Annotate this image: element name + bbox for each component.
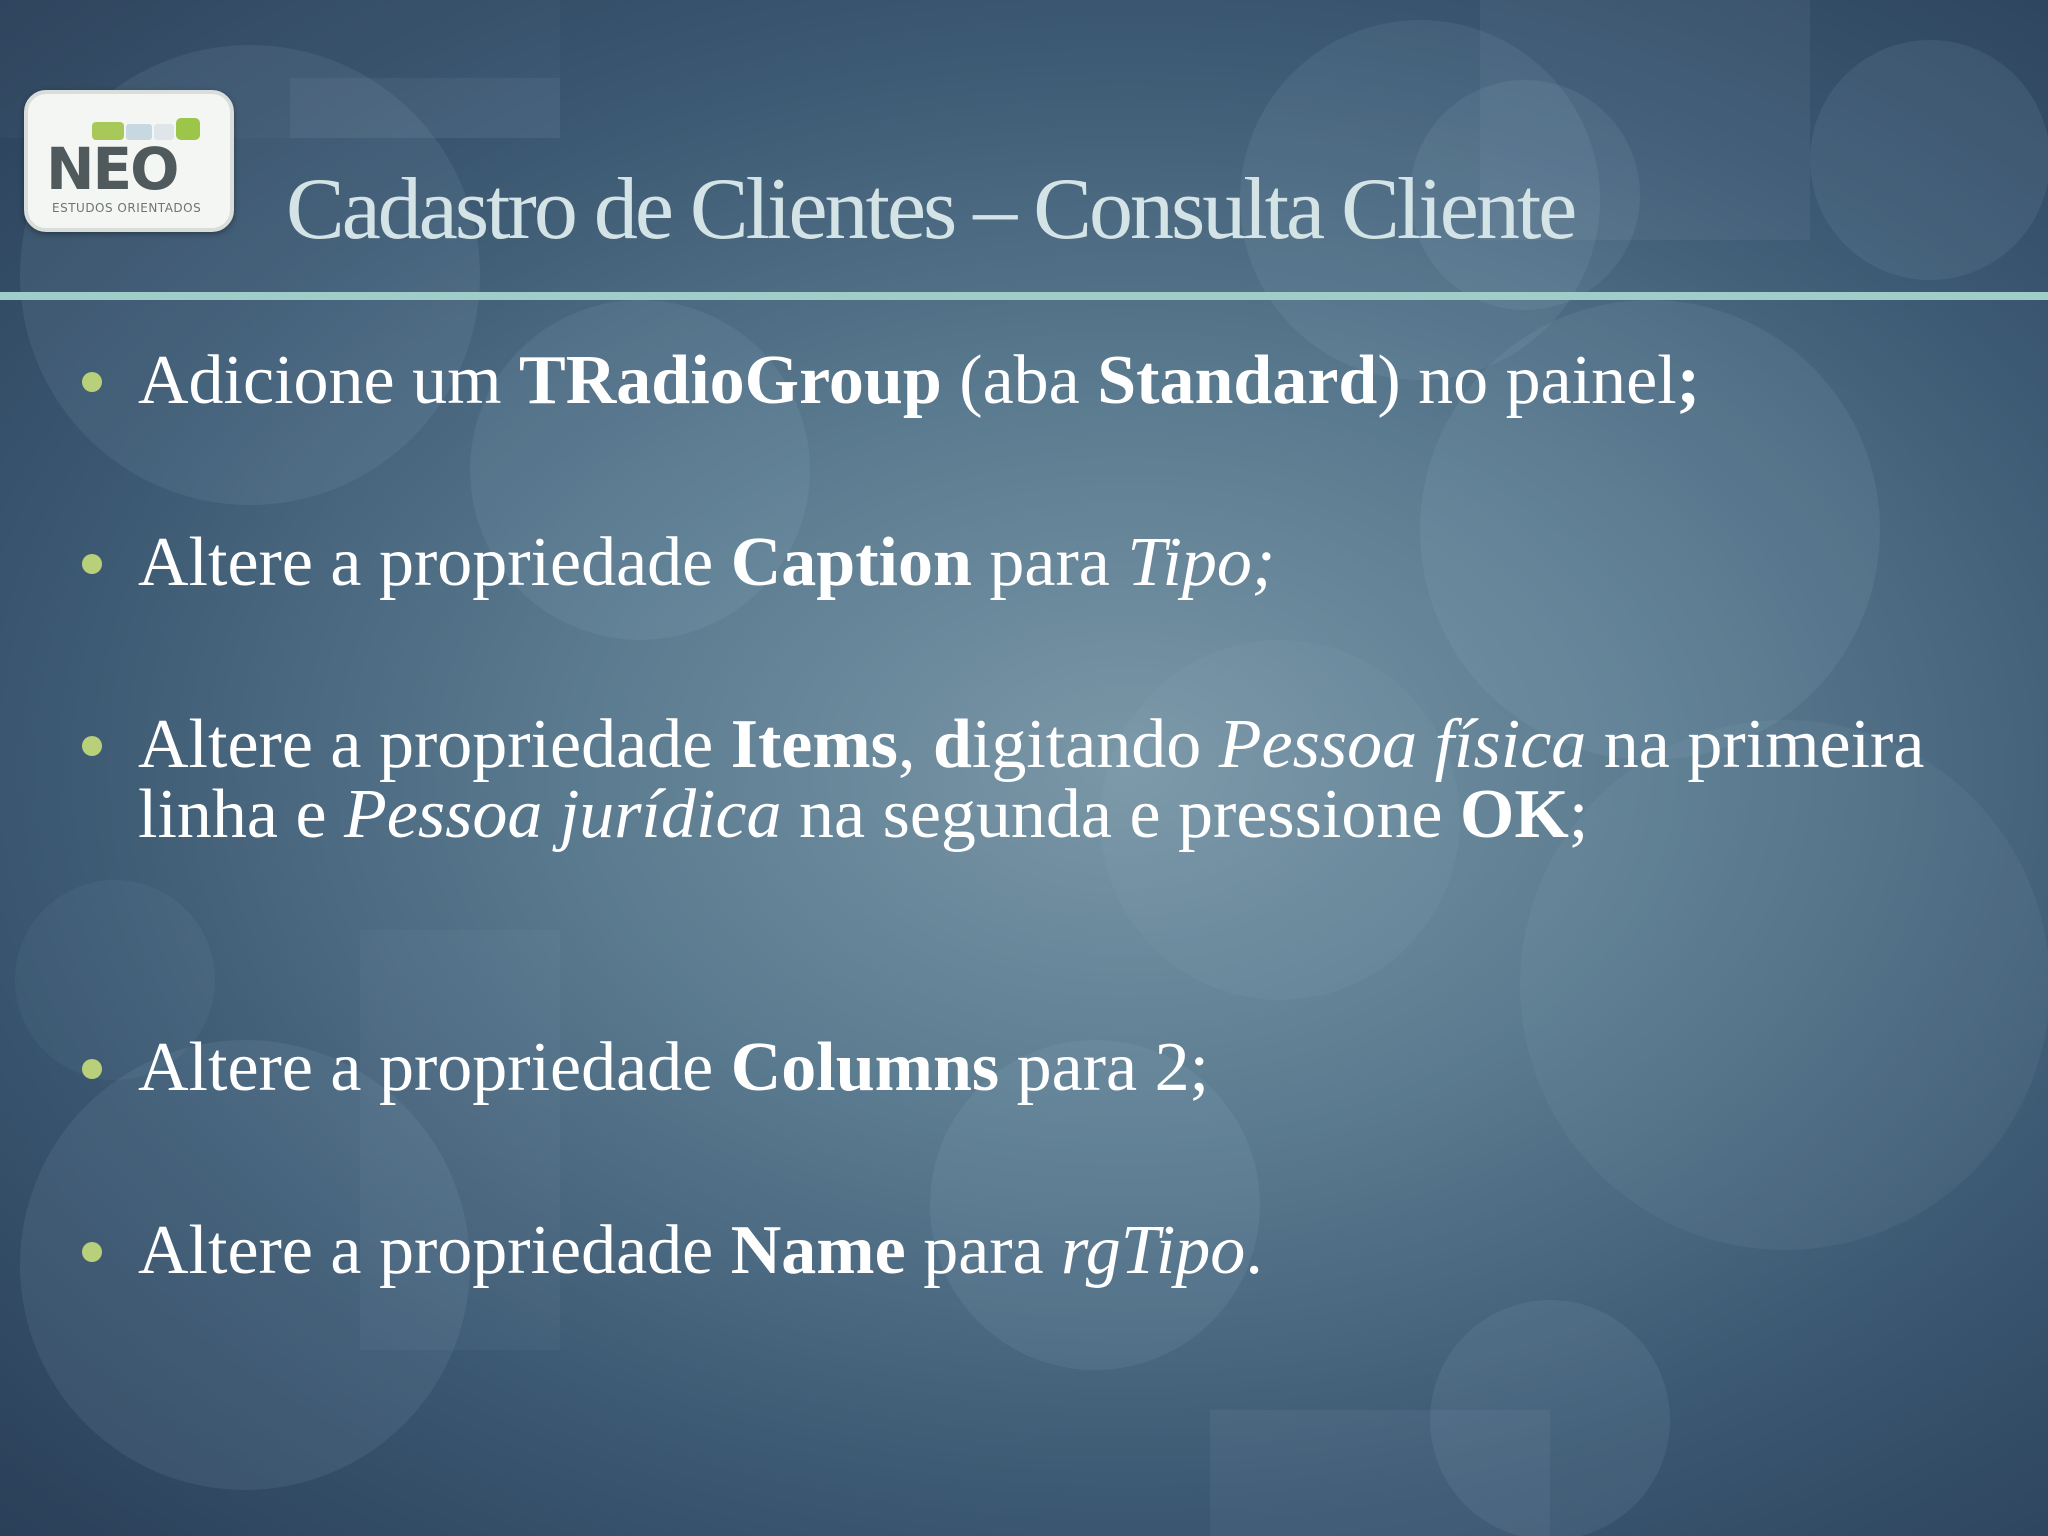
neo-logo: NEO ESTUDOS ORIENTADOS <box>24 90 234 232</box>
bullet-segment: Altere a propriedade <box>138 706 731 783</box>
slide-title: Cadastro de Clientes – Consulta Cliente <box>286 161 1577 258</box>
bullet-text: Altere a propriedade Caption para Tipo; <box>138 524 1275 601</box>
bullet-segment: OK <box>1459 776 1569 853</box>
bullet-segment: na segunda e pressione <box>781 776 1460 853</box>
bullet-segment: Adicione um <box>138 342 520 419</box>
bullet-segment: ; <box>1568 776 1589 853</box>
bullet-segment: ; <box>1676 342 1701 419</box>
bullet-dot-icon <box>82 736 102 756</box>
bullet-dot-icon <box>82 1059 102 1079</box>
bullet-segment: , <box>897 706 933 783</box>
bullet-segment: Pessoa jurídica <box>344 776 782 853</box>
bullet-text: Adicione um TRadioGroup (aba Standard) n… <box>138 342 1700 419</box>
bullet-text: Altere a propriedade Items, digitando Pe… <box>138 706 1924 853</box>
logo-tagline: ESTUDOS ORIENTADOS <box>52 201 202 215</box>
bullet-segment: d <box>932 706 972 783</box>
bullet-segment: igitando <box>971 706 1219 783</box>
bullet-segment: para 2; <box>999 1029 1210 1106</box>
bullet-dot-icon <box>82 372 102 392</box>
bullet-segment: para <box>905 1212 1062 1289</box>
bullet-segment: Standard <box>1097 342 1378 419</box>
bullet-segment: TRadioGroup <box>519 342 942 419</box>
bullet-segment: Pessoa física <box>1218 706 1587 783</box>
bullet-segment: ) no painel <box>1377 342 1677 419</box>
bullet-item: Altere a propriedade Columns para 2; <box>82 1033 1998 1103</box>
bullet-segment: Altere a propriedade <box>138 1029 731 1106</box>
bullet-segment: para <box>971 524 1128 601</box>
bullet-segment: Items <box>730 706 898 783</box>
bullet-segment: Altere a propriedade <box>138 524 731 601</box>
bullet-segment: . <box>1245 1212 1263 1289</box>
bullet-dot-icon <box>82 1242 102 1262</box>
logo-wordmark: NEO <box>46 135 179 203</box>
bullet-item: Adicione um TRadioGroup (aba Standard) n… <box>82 346 1998 416</box>
bullet-segment: rgTipo <box>1061 1212 1246 1289</box>
bullet-text: Altere a propriedade Columns para 2; <box>138 1029 1209 1106</box>
bullet-dot-icon <box>82 554 102 574</box>
bullet-item: Altere a propriedade Name para rgTipo. <box>82 1216 1998 1286</box>
bullet-segment: Caption <box>730 524 972 601</box>
bullet-segment: Columns <box>730 1029 1000 1106</box>
bullet-segment: Altere a propriedade <box>138 1212 731 1289</box>
bullet-segment: Tipo; <box>1127 524 1276 601</box>
bullet-segment: (aba <box>941 342 1098 419</box>
bullet-item: Altere a propriedade Caption para Tipo; <box>82 528 1998 598</box>
bullet-text: Altere a propriedade Name para rgTipo. <box>138 1212 1263 1289</box>
title-divider <box>0 292 2048 300</box>
bullet-item: Altere a propriedade Items, digitando Pe… <box>82 710 1998 850</box>
bullet-segment: Name <box>730 1212 906 1289</box>
